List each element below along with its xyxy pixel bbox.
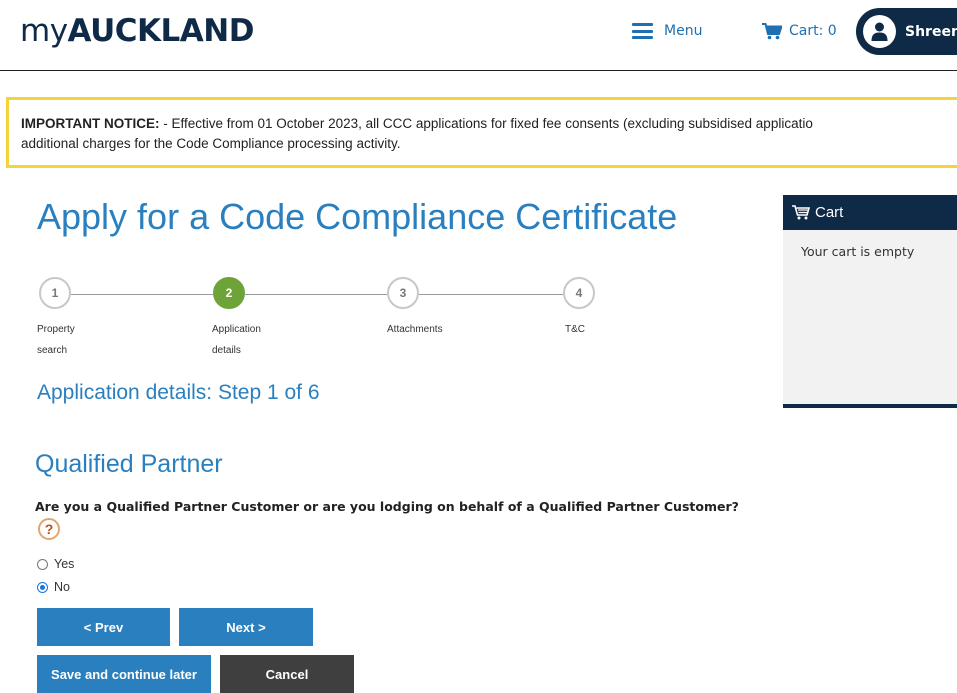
user-account-button[interactable]: Shreen	[856, 8, 957, 55]
step-2-label: Application details	[212, 324, 261, 356]
cart-panel-title: Cart	[815, 204, 844, 221]
cart-icon	[762, 22, 782, 39]
step-4-circle: 4	[563, 277, 595, 309]
user-icon	[871, 22, 888, 41]
radio-yes[interactable]	[37, 558, 48, 570]
step-connector	[419, 294, 563, 295]
step-3-label: Attachments	[387, 324, 443, 335]
prev-button[interactable]: < Prev	[37, 608, 170, 646]
step-2-circle: 2	[213, 277, 245, 309]
step-connector	[71, 294, 213, 295]
cart-panel: Cart Your cart is empty	[783, 195, 957, 408]
next-button[interactable]: Next >	[179, 608, 313, 646]
step-connector	[245, 294, 387, 295]
step-4-label: T&C	[565, 324, 585, 335]
notice-line-2: additional charges for the Code Complian…	[21, 136, 401, 151]
step-3-circle: 3	[387, 277, 419, 309]
help-icon[interactable]: ?	[38, 518, 60, 540]
menu-label: Menu	[664, 23, 703, 39]
step-1-circle: 1	[39, 277, 71, 309]
radio-no[interactable]	[37, 581, 48, 593]
save-continue-later-button[interactable]: Save and continue later	[37, 655, 211, 693]
site-header: myAUCKLAND Menu Cart: 0 Shreen	[0, 0, 957, 71]
cart-panel-icon	[792, 205, 810, 220]
qualified-partner-question: Are you a Qualified Partner Customer or …	[35, 499, 739, 514]
important-notice: IMPORTANT NOTICE: - Effective from 01 Oc…	[6, 97, 957, 168]
logo-light: my	[20, 13, 68, 49]
radio-option-no[interactable]: No	[37, 580, 70, 594]
user-name: Shreen	[905, 23, 957, 40]
site-logo[interactable]: myAUCKLAND	[20, 13, 254, 49]
section-title: Qualified Partner	[35, 450, 223, 478]
menu-button[interactable]: Menu	[632, 19, 702, 43]
step-1-label: Property search	[37, 324, 75, 356]
cart-label: Cart: 0	[789, 23, 837, 39]
cart-button[interactable]: Cart: 0	[762, 19, 837, 43]
hamburger-icon	[632, 23, 653, 39]
cart-panel-header: Cart	[783, 195, 957, 230]
radio-yes-label: Yes	[54, 557, 75, 571]
progress-stepper: 1 2 3 4 Property search Application deta…	[37, 277, 607, 357]
avatar	[863, 15, 896, 48]
cancel-button[interactable]: Cancel	[220, 655, 354, 693]
notice-text-1: - Effective from 01 October 2023, all CC…	[159, 116, 813, 131]
radio-no-label: No	[54, 580, 70, 594]
logo-bold: AUCKLAND	[67, 13, 255, 49]
notice-line-1: IMPORTANT NOTICE: - Effective from 01 Oc…	[21, 114, 957, 134]
radio-option-yes[interactable]: Yes	[37, 557, 74, 571]
notice-label: IMPORTANT NOTICE:	[21, 116, 160, 131]
page-title: Apply for a Code Compliance Certificate	[37, 196, 678, 237]
cart-empty-text: Your cart is empty	[801, 244, 915, 259]
step-subtitle: Application details: Step 1 of 6	[37, 381, 320, 404]
